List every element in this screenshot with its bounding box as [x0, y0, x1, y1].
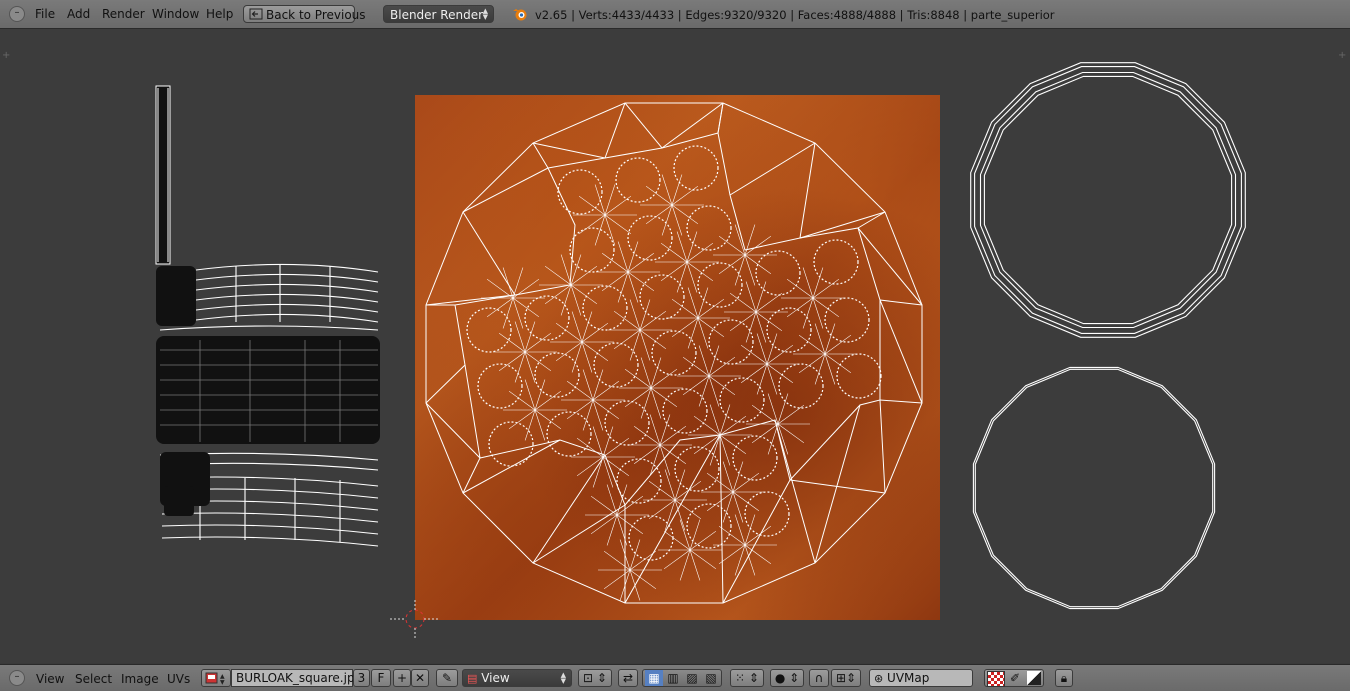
- checker-icon[interactable]: [987, 671, 1005, 687]
- lock-icon[interactable]: 🔒︎: [1055, 669, 1073, 687]
- updown-arrows-icon: ▲ ▼: [560, 671, 566, 685]
- selection-mode-group: ▦ ▥ ▨ ▧: [642, 669, 722, 687]
- close-icon[interactable]: ✕: [411, 669, 429, 687]
- users-count: 3: [353, 669, 370, 687]
- svg-text:▼: ▼: [220, 679, 225, 685]
- uv-triangulation: [481, 174, 857, 601]
- vertex-select-icon[interactable]: ▦: [645, 670, 663, 686]
- uv-ring-outer: [970, 62, 1246, 338]
- view-mode-dropdown[interactable]: ▤ View ▲ ▼: [462, 669, 572, 687]
- uv-vertex-blob: [156, 266, 380, 516]
- uv-editor-header: – View Select Image UVs ▲ ▼ BURLOAK_squar…: [0, 664, 1350, 691]
- snap-target-icon[interactable]: ⊞⇕: [831, 669, 861, 687]
- uv-hole-rings: [466, 145, 882, 561]
- snap-magnet-icon[interactable]: ∩: [809, 669, 829, 687]
- gradient-icon[interactable]: [1027, 671, 1041, 685]
- edge-select-icon[interactable]: ▥: [664, 670, 682, 686]
- uvmap-label: UVMap: [887, 671, 930, 685]
- proportional-edit-icon[interactable]: ● ⇕: [770, 669, 804, 687]
- face-select-icon[interactable]: ▨: [683, 670, 701, 686]
- menu-image[interactable]: Image: [121, 672, 159, 686]
- uv-mesh-overlay[interactable]: [0, 0, 1350, 690]
- plus-icon[interactable]: +: [393, 669, 411, 687]
- sticky-select-icon[interactable]: ⁙ ⇕: [730, 669, 764, 687]
- uv-top-face: [425, 102, 923, 604]
- uv-ring-bottom: [972, 366, 1216, 610]
- uv-island-column: [155, 85, 171, 265]
- menu-view[interactable]: View: [36, 672, 64, 686]
- image-name-field[interactable]: BURLOAK_square.jpg: [231, 669, 362, 687]
- pin-icon[interactable]: ✎: [436, 669, 458, 687]
- island-select-icon[interactable]: ▧: [702, 670, 720, 686]
- image-editor-icon: ▤: [467, 672, 478, 685]
- uvmap-field[interactable]: ⊛ UVMap: [869, 669, 973, 687]
- pivot-icon[interactable]: ⊡ ⇕: [578, 669, 612, 687]
- menu-select[interactable]: Select: [75, 672, 112, 686]
- brush-icon[interactable]: ✐: [1007, 670, 1023, 686]
- 2d-cursor-icon[interactable]: [390, 600, 440, 640]
- collapse-icon[interactable]: –: [9, 670, 25, 686]
- paint-mode-group: ✐: [984, 669, 1044, 687]
- menu-uvs[interactable]: UVs: [167, 672, 190, 686]
- fake-user-toggle[interactable]: F: [371, 669, 391, 687]
- uvmap-icon: ⊛: [874, 672, 884, 685]
- uv-sync-icon[interactable]: ⇄: [618, 669, 638, 687]
- image-browse-icon[interactable]: ▲ ▼: [201, 669, 231, 687]
- view-mode-label: View: [481, 671, 510, 685]
